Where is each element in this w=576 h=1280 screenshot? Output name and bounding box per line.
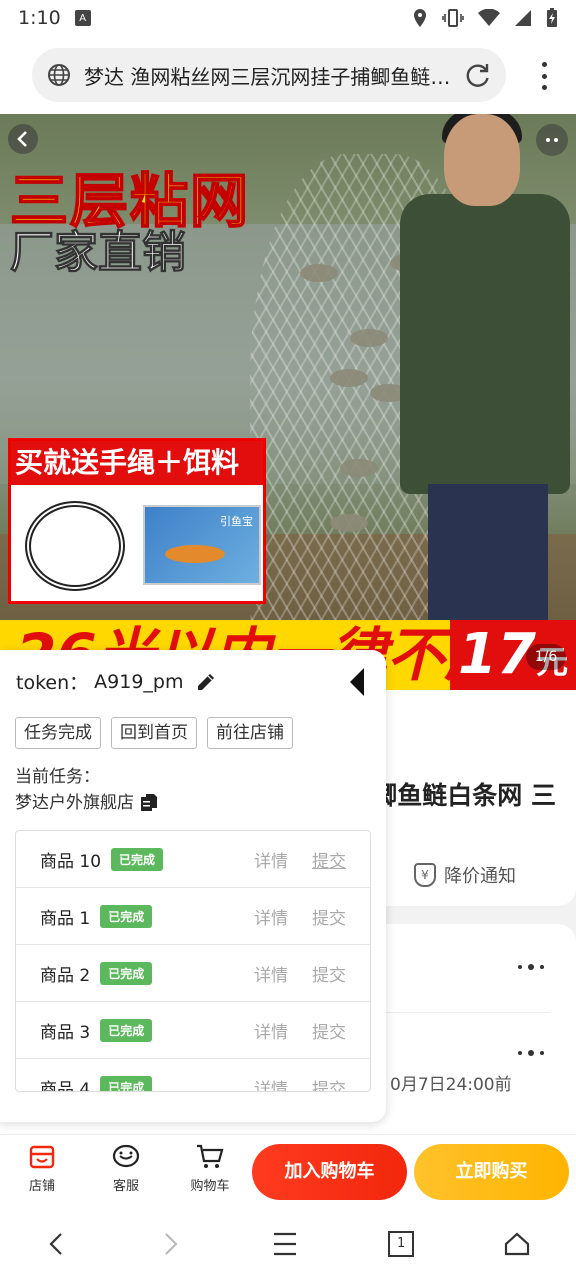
store-button[interactable]: 店铺 xyxy=(12,1143,72,1194)
submit-link[interactable]: 提交 xyxy=(312,847,346,872)
location-icon xyxy=(414,9,426,27)
detail-link[interactable]: 详情 xyxy=(254,904,288,929)
shop-name: 梦达户外旗舰店 xyxy=(15,793,134,813)
notification-a-icon: A xyxy=(74,10,91,26)
go-store-button[interactable]: 前往店铺 xyxy=(207,717,293,749)
customer-service-icon xyxy=(112,1144,140,1168)
submit-link[interactable]: 提交 xyxy=(312,1018,346,1043)
submit-link[interactable]: 提交 xyxy=(312,904,346,929)
bottom-action-bar: 店铺 客服 购物车 加入购物车 立即购买 xyxy=(0,1134,576,1208)
status-badge: 已完成 xyxy=(100,961,153,985)
promo-box: 买就送手绳＋饵料 引鱼宝 xyxy=(8,438,266,604)
more-dots-icon[interactable] xyxy=(518,964,544,970)
back-icon[interactable] xyxy=(8,124,38,154)
status-bar: 1:10 A xyxy=(0,0,576,36)
list-item: 商品 2 已完成 详情 提交 xyxy=(16,945,370,1002)
url-bar[interactable]: 梦达 渔网粘丝网三层沉网挂子捕鲫鱼鲢白条网 三 xyxy=(32,48,506,102)
wifi-icon xyxy=(478,9,500,26)
reload-icon[interactable] xyxy=(464,61,492,89)
item-name: 商品 3 xyxy=(40,1022,91,1043)
status-badge: 已完成 xyxy=(100,1075,153,1091)
price-notify-label: 降价通知 xyxy=(444,866,516,887)
price-notify-button[interactable]: ¥ 降价通知 xyxy=(414,862,516,888)
bait-label: 引鱼宝 xyxy=(220,515,253,528)
status-badge: 已完成 xyxy=(100,904,153,928)
image-counter: 1/6 xyxy=(526,644,566,670)
status-badge: 已完成 xyxy=(100,1018,153,1042)
browser-nav-bar: 1 xyxy=(0,1208,576,1280)
tabs-nav-icon[interactable]: 1 xyxy=(388,1231,415,1257)
browser-menu-icon[interactable] xyxy=(540,62,548,90)
url-text[interactable]: 梦达 渔网粘丝网三层沉网挂子捕鲫鱼鲢白条网 三 xyxy=(84,61,454,90)
current-task: 当前任务： 梦达户外旗舰店 xyxy=(15,764,158,816)
more-icon[interactable] xyxy=(536,124,568,156)
list-item: 商品 10 已完成 详情 提交 xyxy=(16,831,370,888)
delivery-deadline: 0月7日24:00前 xyxy=(390,1075,512,1095)
token-row: token： A919_pm xyxy=(16,668,217,695)
token-label: token： xyxy=(16,672,89,694)
copy-icon[interactable] xyxy=(140,793,158,813)
task-item-list[interactable]: 商品 10 已完成 详情 提交 商品 1 已完成 详情 提交 商品 2 已完成 … xyxy=(15,830,371,1092)
globe-icon xyxy=(48,64,70,86)
task-complete-button[interactable]: 任务完成 xyxy=(15,717,101,749)
add-to-cart-button[interactable]: 加入购物车 xyxy=(252,1144,407,1200)
back-home-button[interactable]: 回到首页 xyxy=(111,717,197,749)
back-nav-icon[interactable] xyxy=(45,1230,69,1258)
rope-image xyxy=(25,501,125,591)
vibrate-icon xyxy=(442,9,464,27)
buy-now-button[interactable]: 立即购买 xyxy=(414,1144,569,1200)
item-name: 商品 1 xyxy=(40,908,91,929)
status-time: 1:10 xyxy=(18,7,61,29)
signal-icon xyxy=(515,10,531,26)
hero-subtitle: 厂家直销 xyxy=(10,227,187,279)
cart-label: 购物车 xyxy=(190,1179,230,1194)
list-item: 商品 3 已完成 详情 提交 xyxy=(16,1002,370,1059)
battery-charging-icon xyxy=(547,8,557,27)
status-badge: 已完成 xyxy=(111,847,164,871)
detail-link[interactable]: 详情 xyxy=(254,1075,288,1092)
item-name: 商品 4 xyxy=(40,1079,91,1092)
submit-link[interactable]: 提交 xyxy=(312,961,346,986)
cart-button[interactable]: 购物车 xyxy=(180,1143,240,1194)
service-label: 客服 xyxy=(112,1179,139,1194)
promo-heading: 买就送手绳＋饵料 xyxy=(11,441,263,485)
detail-link[interactable]: 详情 xyxy=(254,961,288,986)
token-value: A919_pm xyxy=(94,670,184,693)
item-name: 商品 2 xyxy=(40,965,91,986)
detail-link[interactable]: 详情 xyxy=(254,1018,288,1043)
bait-package-image: 引鱼宝 xyxy=(143,505,261,585)
edit-icon[interactable] xyxy=(195,671,217,693)
task-panel: token： A919_pm 任务完成 回到首页 前往店铺 当前任务： 梦达户外… xyxy=(0,650,386,1122)
product-image[interactable]: 三层粘网 厂家直销 买就送手绳＋饵料 引鱼宝 26米以内一律不超 17元 1/6 xyxy=(0,114,576,690)
store-icon xyxy=(29,1145,55,1169)
submit-link[interactable]: 提交 xyxy=(312,1075,346,1092)
menu-nav-icon[interactable] xyxy=(271,1230,299,1258)
detail-link[interactable]: 详情 xyxy=(254,847,288,872)
current-task-label: 当前任务： xyxy=(15,767,100,787)
collapse-panel-icon[interactable] xyxy=(350,668,364,696)
home-nav-icon[interactable] xyxy=(503,1230,531,1258)
browser-toolbar: 梦达 渔网粘丝网三层沉网挂子捕鲫鱼鲢白条网 三 xyxy=(0,36,576,114)
forward-nav-icon[interactable] xyxy=(158,1230,182,1258)
list-item: 商品 1 已完成 详情 提交 xyxy=(16,888,370,945)
list-item: 商品 4 已完成 详情 提交 xyxy=(16,1059,370,1092)
price-bell-icon: ¥ xyxy=(414,863,436,887)
tabs-count: 1 xyxy=(397,1236,406,1251)
cart-icon xyxy=(197,1144,224,1168)
service-button[interactable]: 客服 xyxy=(96,1143,156,1194)
price-value: 17 xyxy=(458,622,536,687)
more-dots-icon[interactable] xyxy=(518,1050,544,1056)
store-label: 店铺 xyxy=(28,1179,55,1194)
item-name: 商品 10 xyxy=(40,851,102,872)
